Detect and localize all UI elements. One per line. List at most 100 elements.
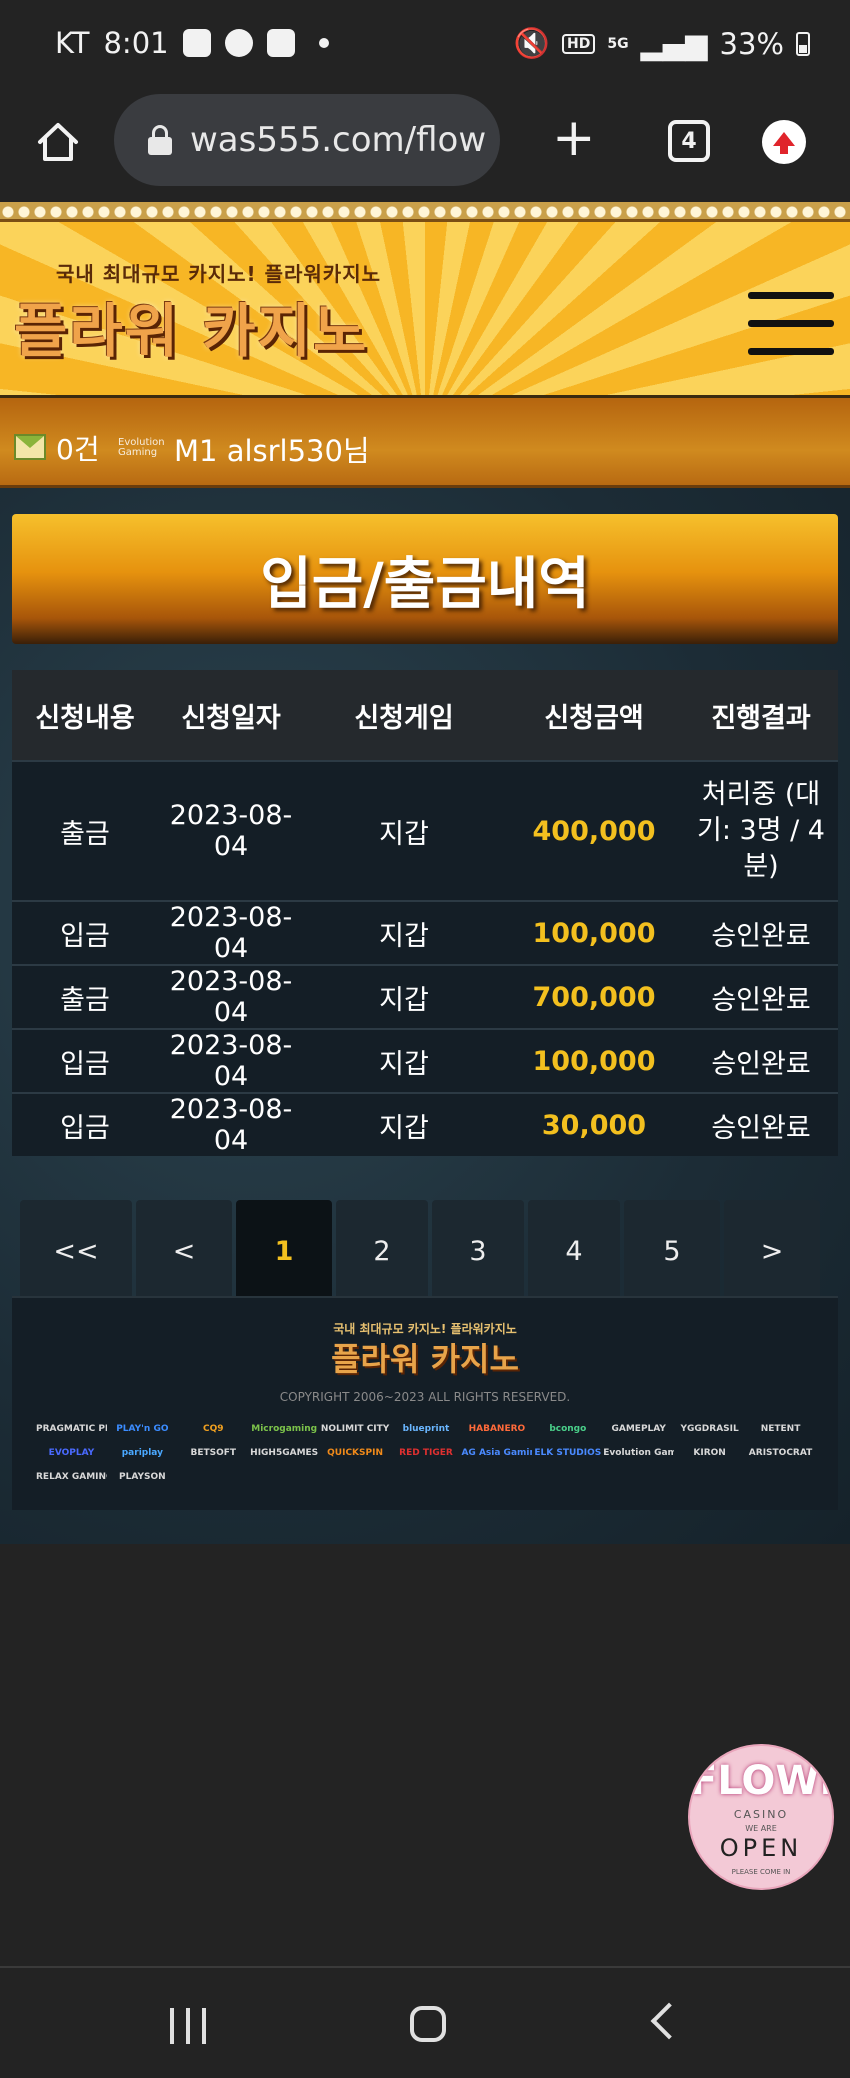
- site-header: 국내 최대규모 카지노! 플라워카지노 플라워 카지노: [0, 202, 850, 398]
- discord-icon: [266, 29, 295, 57]
- promo-title: FLOWER: [690, 1758, 832, 1804]
- message-icon[interactable]: [14, 434, 46, 460]
- user-bar: 0건 Evolution Gaming M1 alsrl530님: [0, 398, 850, 488]
- page-button-3[interactable]: 3: [432, 1200, 524, 1302]
- table-row: 입금 2023-08-04 지갑 100,000 승인완료: [12, 1028, 838, 1092]
- page-next-button[interactable]: >: [724, 1200, 820, 1302]
- provider-logo: QUICKSPIN: [327, 1448, 383, 1458]
- carrier-label: KT: [55, 26, 90, 60]
- provider-logo: PRAGMATIC PLAY: [36, 1424, 107, 1434]
- back-icon[interactable]: [650, 2002, 688, 2040]
- page-button-5[interactable]: 5: [624, 1200, 720, 1302]
- provider-logo: NOLIMIT CITY: [320, 1424, 390, 1434]
- provider-logo: PLAY'n GO: [116, 1424, 169, 1434]
- table-row: 출금 2023-08-04 지갑 700,000 승인완료: [12, 964, 838, 1028]
- mute-icon: 🔇: [513, 26, 551, 60]
- provider-logo: RELAX GAMING: [36, 1472, 107, 1482]
- table-row: 입금 2023-08-04 지갑 100,000 승인완료: [12, 900, 838, 964]
- cell-date: 2023-08-04: [169, 1094, 293, 1156]
- provider-logo: EVOPLAY: [48, 1448, 95, 1458]
- page-button-4[interactable]: 4: [528, 1200, 620, 1302]
- home-icon[interactable]: [34, 118, 82, 166]
- promo-open: OPEN: [719, 1834, 803, 1862]
- page-button-2[interactable]: 2: [336, 1200, 428, 1302]
- header-type: 신청내용: [35, 702, 135, 734]
- header-game: 신청게임: [354, 702, 454, 734]
- provider-logo: KIRON: [693, 1448, 726, 1458]
- cell-amount: 30,000: [541, 1109, 647, 1141]
- cell-amount: 400,000: [532, 815, 656, 847]
- status-right: 🔇 HD 5G ▂▄▆ 33%: [514, 26, 810, 61]
- more-dot-icon: [318, 38, 329, 48]
- copyright: COPYRIGHT 2006~2023 ALL RIGHTS RESERVED.: [279, 1390, 571, 1404]
- page-button-1[interactable]: 1: [236, 1200, 332, 1302]
- cell-amount: 100,000: [532, 917, 656, 949]
- history-table: 신청내용 신청일자 신청게임 신청금액 진행결과 출금 2023-08-04 지…: [12, 670, 838, 1156]
- provider-logo: pariplay: [121, 1448, 163, 1458]
- promo-we-are: WE ARE: [745, 1824, 777, 1833]
- clock: 8:01: [103, 26, 169, 60]
- cell-date: 2023-08-04: [169, 800, 293, 862]
- provider-logo: BETSOFT: [190, 1448, 237, 1458]
- cell-date: 2023-08-04: [169, 1030, 293, 1092]
- url-text: was555.com/flow: [190, 120, 487, 160]
- cell-amount: 700,000: [532, 981, 656, 1013]
- lock-icon: [148, 125, 172, 155]
- provider-logo: AG Asia Gaming: [461, 1448, 532, 1458]
- cell-type: 입금: [60, 920, 110, 952]
- status-bar: KT 8:01 🔇 HD 5G ▂▄▆ 33%: [0, 0, 850, 92]
- header-amount: 신청금액: [544, 702, 644, 734]
- cell-result: 승인완료: [711, 1048, 811, 1080]
- app-b-icon: [182, 29, 211, 57]
- header-result: 진행결과: [711, 702, 811, 734]
- hd-badge: HD: [562, 33, 596, 54]
- table-header: 신청내용 신청일자 신청게임 신청금액 진행결과: [12, 670, 838, 760]
- tab-switcher-button[interactable]: 4: [668, 120, 710, 162]
- footer-logo: 플라워 카지노: [331, 1340, 519, 1378]
- cell-result: 처리중 (대기: 3명 / 4분): [697, 779, 825, 882]
- cell-result: 승인완료: [711, 1112, 811, 1144]
- home-nav-icon[interactable]: [410, 2006, 446, 2042]
- provider-logo: RED TIGER: [399, 1448, 453, 1458]
- cell-game: 지갑: [379, 984, 429, 1016]
- marquee-lights: [0, 202, 850, 222]
- promo-come-in: PLEASE COME IN: [731, 1868, 791, 1876]
- status-left: KT 8:01: [55, 26, 329, 60]
- browser-toolbar: was555.com/flow + 4: [0, 92, 850, 202]
- provider-logo: ELK STUDIOS: [534, 1448, 602, 1458]
- main-content: 입금/출금내역 신청내용 신청일자 신청게임 신청금액 진행결과 출금 2023…: [0, 488, 850, 1544]
- page-first-button[interactable]: <<: [20, 1200, 132, 1302]
- page-title-box: 입금/출금내역: [12, 514, 838, 644]
- pagination: << < 1 2 3 4 5 >: [20, 1200, 826, 1302]
- menu-icon[interactable]: [748, 292, 834, 356]
- page-prev-button[interactable]: <: [136, 1200, 232, 1302]
- cell-game: 지갑: [379, 1048, 429, 1080]
- new-tab-button[interactable]: +: [552, 112, 596, 164]
- cell-type: 입금: [60, 1048, 110, 1080]
- site-logo[interactable]: 플라워 카지노: [14, 284, 368, 368]
- network-5g-icon: 5G: [607, 35, 629, 52]
- cell-result: 승인완료: [711, 984, 811, 1016]
- table-row: 입금 2023-08-04 지갑 30,000 승인완료: [12, 1092, 838, 1156]
- promo-badge[interactable]: FLOWER CASINO WE ARE OPEN PLEASE COME IN: [690, 1746, 832, 1888]
- recents-icon[interactable]: [170, 2008, 206, 2044]
- table-row: 출금 2023-08-04 지갑 400,000 처리중 (대기: 3명 / 4…: [12, 760, 838, 900]
- cell-game: 지갑: [379, 1112, 429, 1144]
- provider-logo: Microgaming: [251, 1424, 318, 1434]
- cell-amount: 100,000: [532, 1045, 656, 1077]
- cell-type: 출금: [60, 984, 110, 1016]
- battery-percent: 33%: [719, 26, 784, 61]
- update-icon[interactable]: [762, 120, 806, 164]
- provider-logo: GAMEPLAY: [611, 1424, 666, 1434]
- cell-date: 2023-08-04: [169, 902, 293, 964]
- provider-logo: PLAYSON: [119, 1472, 166, 1482]
- cell-type: 출금: [60, 818, 110, 850]
- provider-logo: HABANERO: [468, 1424, 526, 1434]
- address-bar[interactable]: was555.com/flow: [114, 94, 500, 186]
- message-count[interactable]: 0건: [56, 428, 100, 468]
- battery-icon: [796, 31, 810, 56]
- logo-tagline: 국내 최대규모 카지노! 플라워카지노: [56, 262, 382, 286]
- cell-result: 승인완료: [711, 920, 811, 952]
- header-date: 신청일자: [181, 702, 281, 734]
- page-title: 입금/출금내역: [260, 551, 590, 617]
